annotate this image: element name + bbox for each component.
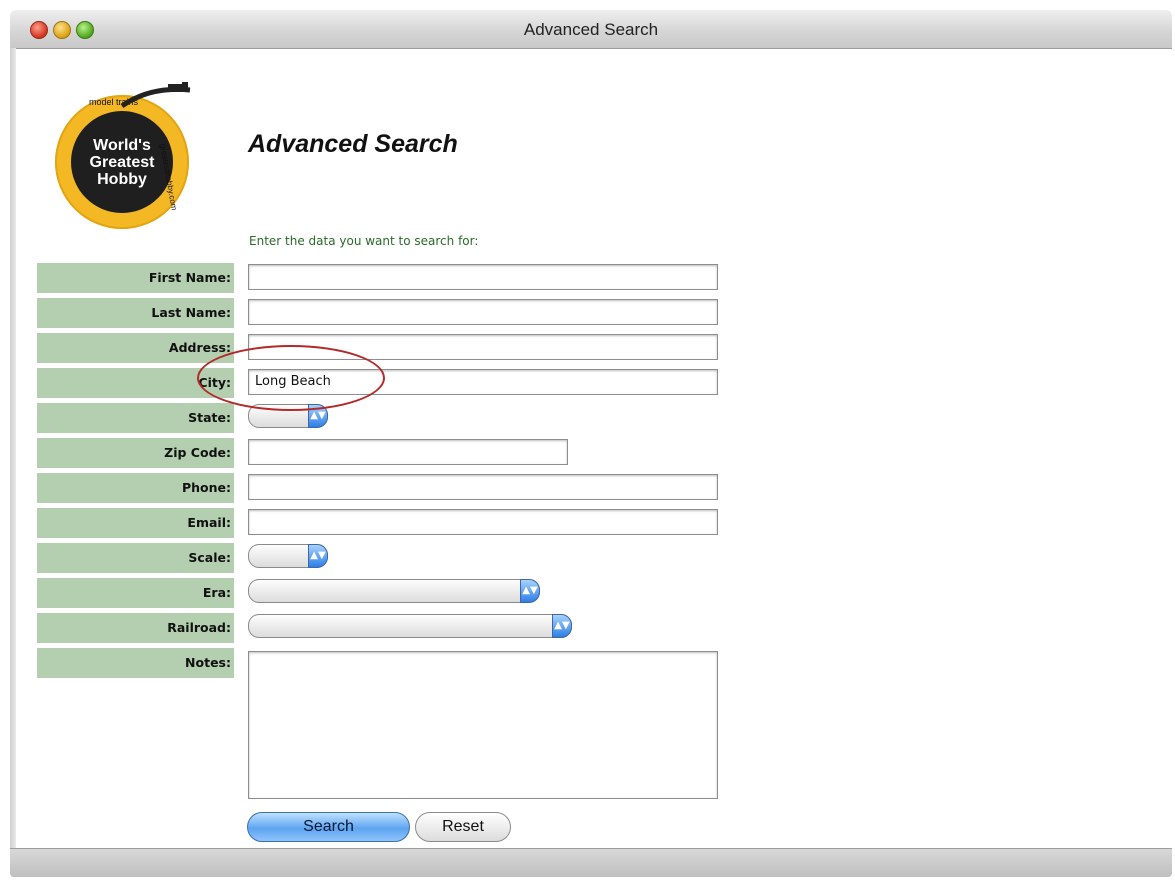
page-title: Advanced Search xyxy=(248,130,458,158)
zip-code-field[interactable] xyxy=(248,439,568,465)
instruction-text: Enter the data you want to search for: xyxy=(249,234,479,248)
last-name-field[interactable] xyxy=(248,299,718,325)
first-name-field[interactable] xyxy=(248,264,718,290)
window-bottom-bar xyxy=(10,848,1172,877)
window-title: Advanced Search xyxy=(523,20,659,39)
title-bar[interactable]: Advanced Search xyxy=(10,10,1172,49)
label-notes: Notes: xyxy=(37,648,234,678)
scale-select[interactable]: ▲▼ xyxy=(248,544,328,568)
train-icon xyxy=(120,82,191,109)
scale-select-arrow-icon: ▲▼ xyxy=(308,544,328,568)
label-state: State: xyxy=(37,403,234,433)
worlds-greatest-hobby-logo: World's Greatest Hobby model trains grea… xyxy=(55,95,189,229)
phone-field[interactable] xyxy=(248,474,718,500)
label-scale: Scale: xyxy=(37,543,234,573)
logo-line-2: Greatest xyxy=(89,153,155,171)
label-zip-code: Zip Code: xyxy=(37,438,234,468)
label-email: Email: xyxy=(37,508,234,538)
label-first-name: First Name: xyxy=(37,263,234,293)
label-last-name: Last Name: xyxy=(37,298,234,328)
logo-center: World's Greatest Hobby xyxy=(71,111,173,213)
email-field[interactable] xyxy=(248,509,718,535)
notes-textarea[interactable] xyxy=(248,651,718,799)
city-highlight-ellipse xyxy=(197,345,385,411)
label-railroad: Railroad: xyxy=(37,613,234,643)
railroad-select[interactable]: ▲▼ xyxy=(248,614,572,638)
label-era: Era: xyxy=(37,578,234,608)
label-address: Address: xyxy=(37,333,234,363)
search-button[interactable]: Search xyxy=(247,812,410,842)
reset-button[interactable]: Reset xyxy=(415,812,511,842)
app-window: Advanced Search World's Greatest Hobby m… xyxy=(0,0,1175,885)
label-phone: Phone: xyxy=(37,473,234,503)
railroad-select-arrow-icon: ▲▼ xyxy=(552,614,572,638)
era-select[interactable]: ▲▼ xyxy=(248,579,540,603)
logo-line-3: Hobby xyxy=(97,170,147,188)
era-select-arrow-icon: ▲▼ xyxy=(520,579,540,603)
logo-line-1: World's xyxy=(93,136,151,154)
window-left-edge xyxy=(10,48,16,848)
